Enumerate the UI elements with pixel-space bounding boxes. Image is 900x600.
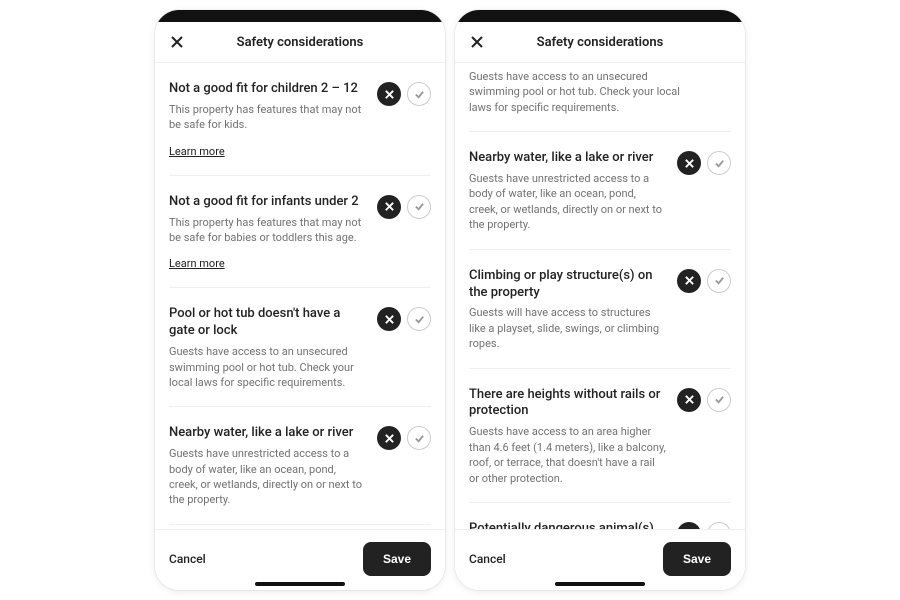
learn-more-link[interactable]: Learn more [169, 257, 225, 270]
toggle-yes-check-icon[interactable] [407, 426, 431, 450]
toggle-group [677, 268, 731, 293]
toggle-group [377, 425, 431, 450]
toggle-no-x-icon[interactable] [677, 151, 701, 175]
item-title: Pool or hot tub doesn't have a gate or l… [169, 306, 367, 340]
toggle-yes-check-icon[interactable] [407, 307, 431, 331]
toggle-group [677, 521, 731, 529]
status-bar [155, 10, 445, 22]
item-description: Guests have access to an unsecured swimm… [469, 69, 731, 115]
item-description: Guests have unrestricted access to a bod… [469, 171, 667, 233]
save-button[interactable]: Save [363, 542, 431, 576]
toggle-yes-check-icon[interactable] [407, 195, 431, 219]
item-title: Not a good fit for children 2 – 12 [169, 81, 367, 98]
item-title: Climbing or play structure(s) on the pro… [469, 268, 667, 302]
item-description: This property has features that may not … [169, 215, 367, 246]
scroll-area[interactable]: Not a good fit for children 2 – 12 This … [155, 63, 445, 529]
item-description: Guests will have access to structures li… [469, 305, 667, 351]
phone-screen-2: Safety considerations Guests have access… [455, 10, 745, 590]
toggle-no-x-icon[interactable] [677, 388, 701, 412]
learn-more-link[interactable]: Learn more [169, 145, 225, 158]
toggle-yes-check-icon[interactable] [707, 269, 731, 293]
consideration-water: Nearby water, like a lake or river Guest… [469, 132, 731, 249]
item-title: Nearby water, like a lake or river [169, 425, 367, 442]
consideration-climbing: Climbing or play structure(s) on the pro… [469, 250, 731, 369]
toggle-yes-check-icon[interactable] [407, 82, 431, 106]
home-indicator [555, 582, 645, 586]
item-title: Not a good fit for infants under 2 [169, 194, 367, 211]
toggle-no-x-icon[interactable] [377, 307, 401, 331]
cancel-button[interactable]: Cancel [169, 552, 206, 566]
toggle-yes-check-icon[interactable] [707, 388, 731, 412]
toggle-group [677, 150, 731, 175]
item-description: Guests have access to an area higher tha… [469, 424, 667, 486]
item-title: Nearby water, like a lake or river [469, 150, 667, 167]
item-title: There are heights without rails or prote… [469, 387, 667, 421]
toggle-group [677, 387, 731, 412]
modal-footer: Cancel Save [455, 529, 745, 590]
modal-title: Safety considerations [469, 35, 731, 50]
consideration-infants: Not a good fit for infants under 2 This … [169, 176, 431, 289]
cancel-button[interactable]: Cancel [469, 552, 506, 566]
modal-title: Safety considerations [169, 35, 431, 50]
toggle-no-x-icon[interactable] [377, 195, 401, 219]
consideration-pool: Pool or hot tub doesn't have a gate or l… [169, 288, 431, 407]
toggle-group [377, 81, 431, 106]
modal-header: Safety considerations [455, 22, 745, 63]
phone-screen-1: Safety considerations Not a good fit for… [155, 10, 445, 590]
consideration-climbing: Climbing or play structure(s) on the pro… [169, 525, 431, 529]
consideration-pool-partial: Guests have access to an unsecured swimm… [469, 63, 731, 132]
save-button[interactable]: Save [663, 542, 731, 576]
item-description: Guests have access to an unsecured swimm… [169, 344, 367, 390]
toggle-no-x-icon[interactable] [377, 82, 401, 106]
consideration-heights: There are heights without rails or prote… [469, 369, 731, 503]
toggle-yes-check-icon[interactable] [707, 151, 731, 175]
home-indicator [255, 582, 345, 586]
toggle-no-x-icon[interactable] [377, 426, 401, 450]
status-bar [455, 10, 745, 22]
consideration-children: Not a good fit for children 2 – 12 This … [169, 63, 431, 176]
toggle-yes-check-icon[interactable] [707, 522, 731, 529]
consideration-animals: Potentially dangerous animal(s) on the p… [469, 503, 731, 529]
item-description: This property has features that may not … [169, 102, 367, 133]
item-description: Guests have unrestricted access to a bod… [169, 446, 367, 508]
modal-header: Safety considerations [155, 22, 445, 63]
toggle-group [377, 306, 431, 331]
scroll-area[interactable]: Guests have access to an unsecured swimm… [455, 63, 745, 529]
item-title: Potentially dangerous animal(s) on the p… [469, 521, 667, 529]
toggle-group [377, 194, 431, 219]
modal-footer: Cancel Save [155, 529, 445, 590]
toggle-no-x-icon[interactable] [677, 522, 701, 529]
toggle-no-x-icon[interactable] [677, 269, 701, 293]
consideration-water: Nearby water, like a lake or river Guest… [169, 407, 431, 524]
